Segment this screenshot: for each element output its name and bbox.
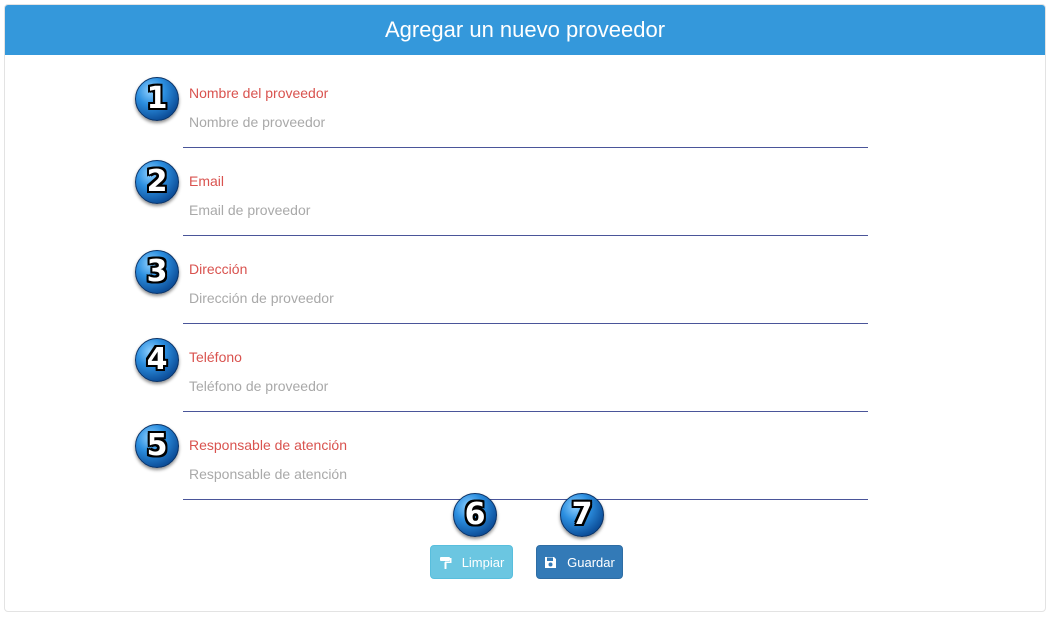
clear-button-label: Limpiar [461, 554, 505, 570]
add-supplier-panel: Agregar un nuevo proveedor Nombre del pr… [4, 4, 1046, 612]
step-number: 7 [571, 497, 593, 532]
step-marker-7: 7 [560, 493, 604, 537]
supplier-name-label: Nombre del proveedor [189, 85, 329, 101]
step-number: 4 [146, 342, 168, 377]
phone-input[interactable] [189, 375, 849, 397]
step-number: 2 [146, 164, 168, 199]
paint-roller-icon [439, 556, 452, 569]
save-button[interactable]: Guardar [536, 545, 623, 579]
step-marker-5: 5 [135, 424, 179, 468]
panel-header: Agregar un nuevo proveedor [5, 5, 1045, 55]
floppy-disk-icon [544, 556, 557, 569]
step-number: 1 [146, 81, 168, 116]
save-button-label: Guardar [567, 554, 615, 570]
step-number: 3 [146, 254, 168, 289]
step-marker-6: 6 [453, 493, 497, 537]
step-number: 6 [464, 497, 486, 532]
address-input[interactable] [189, 287, 849, 309]
step-marker-3: 3 [135, 250, 179, 294]
email-field: Email [183, 163, 868, 236]
step-number: 5 [146, 428, 168, 463]
address-field: Dirección [183, 251, 868, 324]
phone-label: Teléfono [189, 349, 242, 365]
step-marker-1: 1 [135, 77, 179, 121]
contact-person-field: Responsable de atención [183, 427, 868, 500]
supplier-name-field: Nombre del proveedor [183, 75, 868, 148]
contact-person-input[interactable] [189, 463, 849, 485]
contact-person-label: Responsable de atención [189, 437, 348, 453]
address-label: Dirección [189, 261, 248, 277]
clear-button[interactable]: Limpiar [430, 545, 513, 579]
phone-field: Teléfono [183, 339, 868, 412]
email-label: Email [189, 173, 225, 189]
supplier-name-input[interactable] [189, 111, 849, 133]
page-title: Agregar un nuevo proveedor [384, 17, 666, 42]
email-input[interactable] [189, 199, 849, 221]
step-marker-4: 4 [135, 338, 179, 382]
step-marker-2: 2 [135, 160, 179, 204]
